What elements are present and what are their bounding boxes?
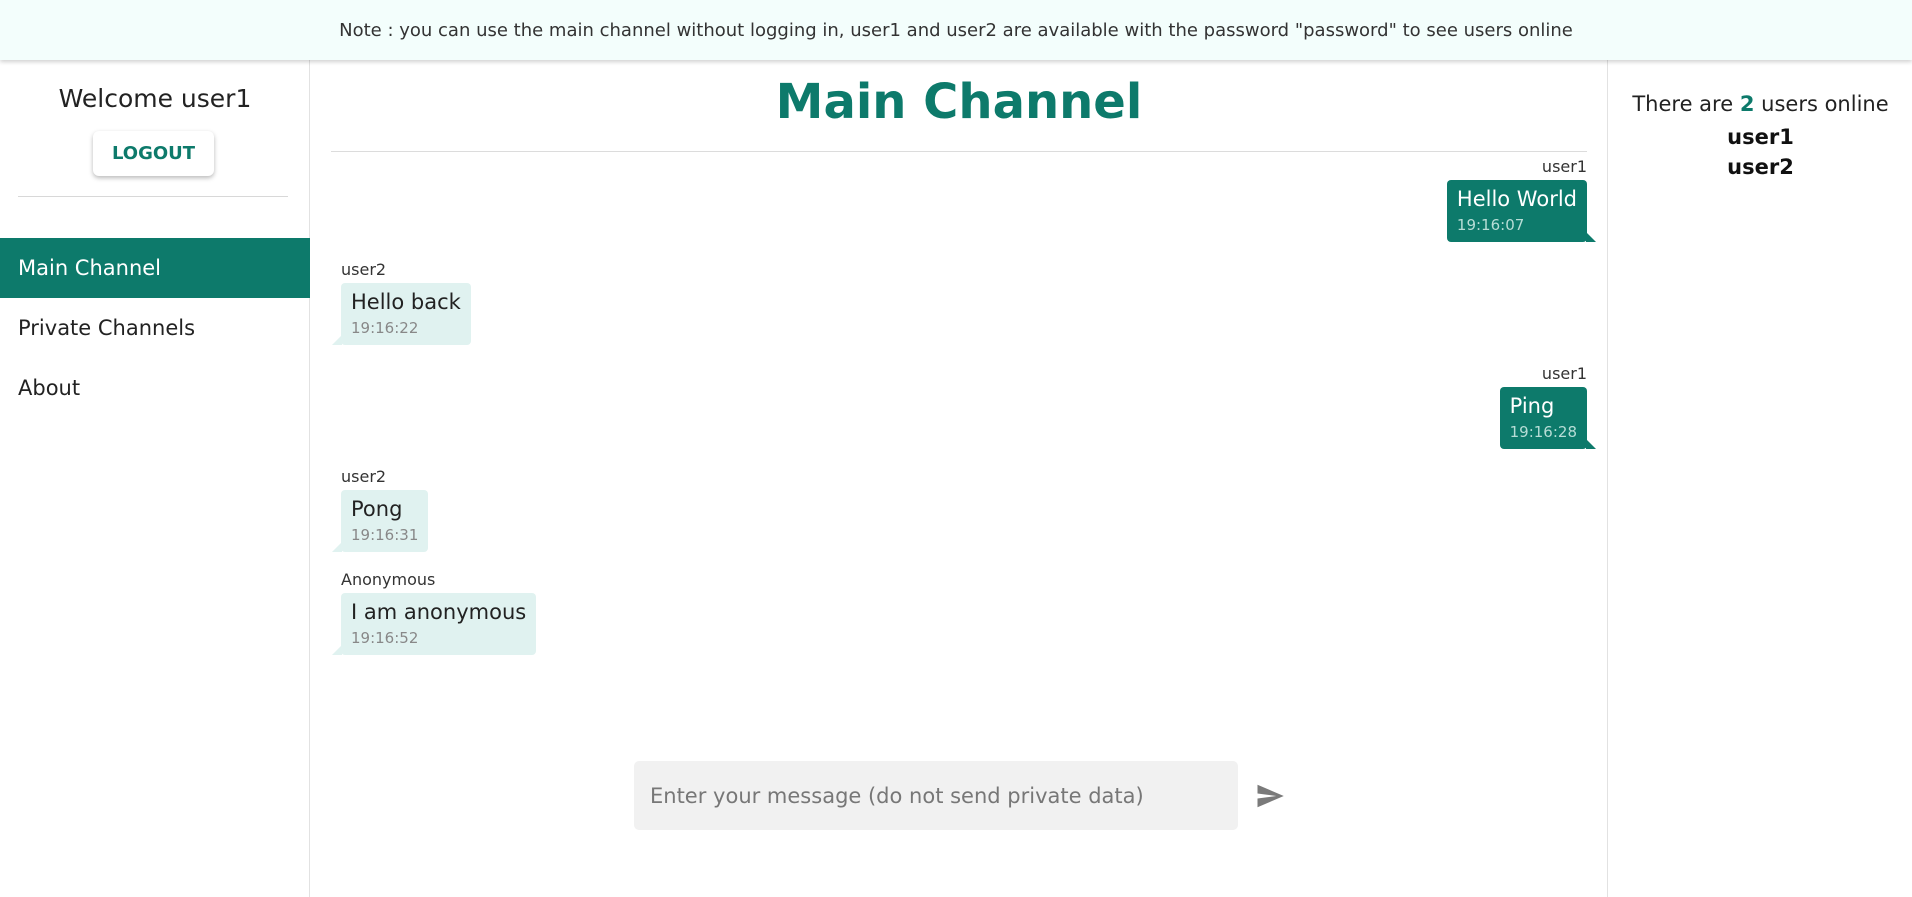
welcome-text: Welcome user1: [58, 84, 252, 113]
nav-item-about[interactable]: About: [0, 358, 310, 418]
online-suffix: users online: [1761, 92, 1889, 116]
send-button[interactable]: [1250, 776, 1290, 816]
message-sender: user2: [341, 467, 387, 486]
message-bubble: Pong 19:16:31: [331, 490, 429, 552]
nav-item-label: About: [18, 376, 81, 400]
online-user: user1: [1727, 125, 1794, 149]
message-item: user2 Hello back 19:16:22: [332, 260, 471, 345]
message-bubble: Hello World 19:16:07: [1446, 180, 1597, 242]
sidebar-nav: Main Channel Private Channels About: [0, 238, 310, 418]
message-item: user2 Pong 19:16:31: [331, 467, 429, 552]
logout-button[interactable]: LOGOUT: [93, 131, 214, 176]
sidebar-divider: [18, 196, 288, 197]
send-icon: [1257, 784, 1284, 807]
message-text: I am anonymous: [351, 600, 527, 624]
nav-item-label: Private Channels: [18, 316, 196, 340]
message-sender: user1: [1541, 157, 1587, 176]
message-time: 19:16:28: [1509, 423, 1577, 441]
online-prefix: There are: [1632, 92, 1734, 116]
nav-item-main-channel[interactable]: Main Channel: [0, 238, 310, 298]
message-sender: user1: [1541, 364, 1587, 383]
notice-text: Note : you can use the main channel with…: [339, 19, 1573, 41]
message-time: 19:16:07: [1456, 216, 1525, 234]
message-item: user1 Ping 19:16:28: [1499, 364, 1597, 449]
online-summary: There are 2 users online: [1608, 92, 1912, 116]
channel-title: Main Channel: [775, 74, 1143, 130]
notice-banner: Note : you can use the main channel with…: [0, 0, 1912, 60]
title-divider: [331, 151, 1587, 152]
message-text: Ping: [1509, 394, 1555, 418]
message-bubble: Ping 19:16:28: [1499, 387, 1597, 449]
message-bubble: I am anonymous 19:16:52: [331, 593, 537, 655]
message-time: 19:16:31: [351, 526, 419, 544]
message-text: Pong: [351, 497, 403, 521]
online-user: user2: [1727, 155, 1794, 179]
message-sender: user2: [341, 260, 387, 279]
nav-item-private-channels[interactable]: Private Channels: [0, 298, 310, 358]
message-time: 19:16:22: [351, 319, 419, 337]
sidebar: Welcome user1 LOGOUT Main Channel Privat…: [0, 60, 310, 897]
nav-item-label: Main Channel: [18, 256, 162, 280]
message-text: Hello World: [1456, 187, 1577, 211]
online-users-panel: There are 2 users online user1 user2: [1607, 60, 1912, 897]
online-count: 2: [1739, 92, 1755, 116]
message-bubble: Hello back 19:16:22: [332, 283, 471, 345]
message-item: user1 Hello World 19:16:07: [1446, 157, 1597, 242]
message-sender: Anonymous: [341, 570, 436, 589]
message-input[interactable]: [634, 761, 1238, 830]
message-time: 19:16:52: [351, 629, 419, 647]
online-user-list: user1 user2: [1608, 122, 1912, 182]
message-item: Anonymous I am anonymous 19:16:52: [331, 570, 537, 655]
message-composer: [634, 761, 1290, 830]
message-text: Hello back: [351, 290, 461, 314]
